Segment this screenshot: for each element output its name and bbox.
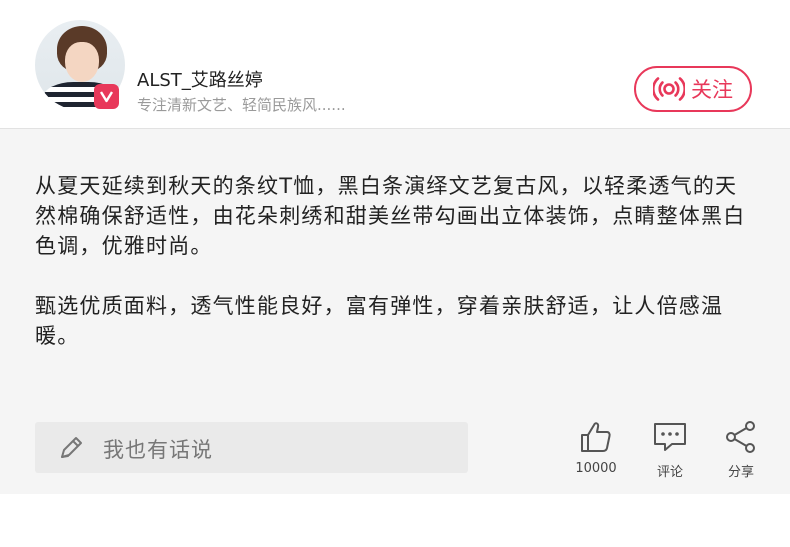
share-label: 分享 (727, 465, 754, 480)
follow-label: 关注 (691, 78, 733, 102)
avatar-face (65, 42, 99, 82)
author-name[interactable]: ALST_艾路丝婷 (137, 66, 263, 92)
like-count: 10000 (575, 461, 617, 476)
post-paragraph-1: 从夏天延续到秋天的条纹T恤，黑白条演绎文艺复古风，以轻柔透气的天然棉确保舒适性，… (35, 174, 746, 258)
pencil-icon (61, 437, 82, 458)
post-paragraph-2: 甄选优质面料，透气性能良好，富有弹性，穿着亲肤舒适，让人倍感温暖。 (35, 294, 724, 348)
comment-label: 评论 (656, 465, 683, 480)
comment-button[interactable]: 评论 (640, 419, 700, 480)
follow-button[interactable]: 关注 (634, 66, 752, 112)
comment-bubble-icon (654, 423, 686, 451)
post-body: 从夏天延续到秋天的条纹T恤，黑白条演绎文艺复古风，以轻柔透气的天然棉确保舒适性，… (0, 129, 790, 494)
comment-input[interactable]: 我也有话说 (35, 422, 468, 473)
author-bio: 专注清新文艺、轻简民族风...... (137, 96, 346, 114)
comment-placeholder: 我也有话说 (103, 438, 213, 462)
post-header: ALST_艾路丝婷 专注清新文艺、轻简民族风...... 关注 (0, 0, 790, 129)
thumbs-up-icon (581, 422, 611, 452)
like-button[interactable]: 10000 (566, 419, 626, 476)
share-icon (726, 421, 755, 453)
share-button[interactable]: 分享 (711, 419, 771, 480)
broadcast-icon (653, 77, 685, 101)
verified-v-icon (94, 84, 119, 109)
